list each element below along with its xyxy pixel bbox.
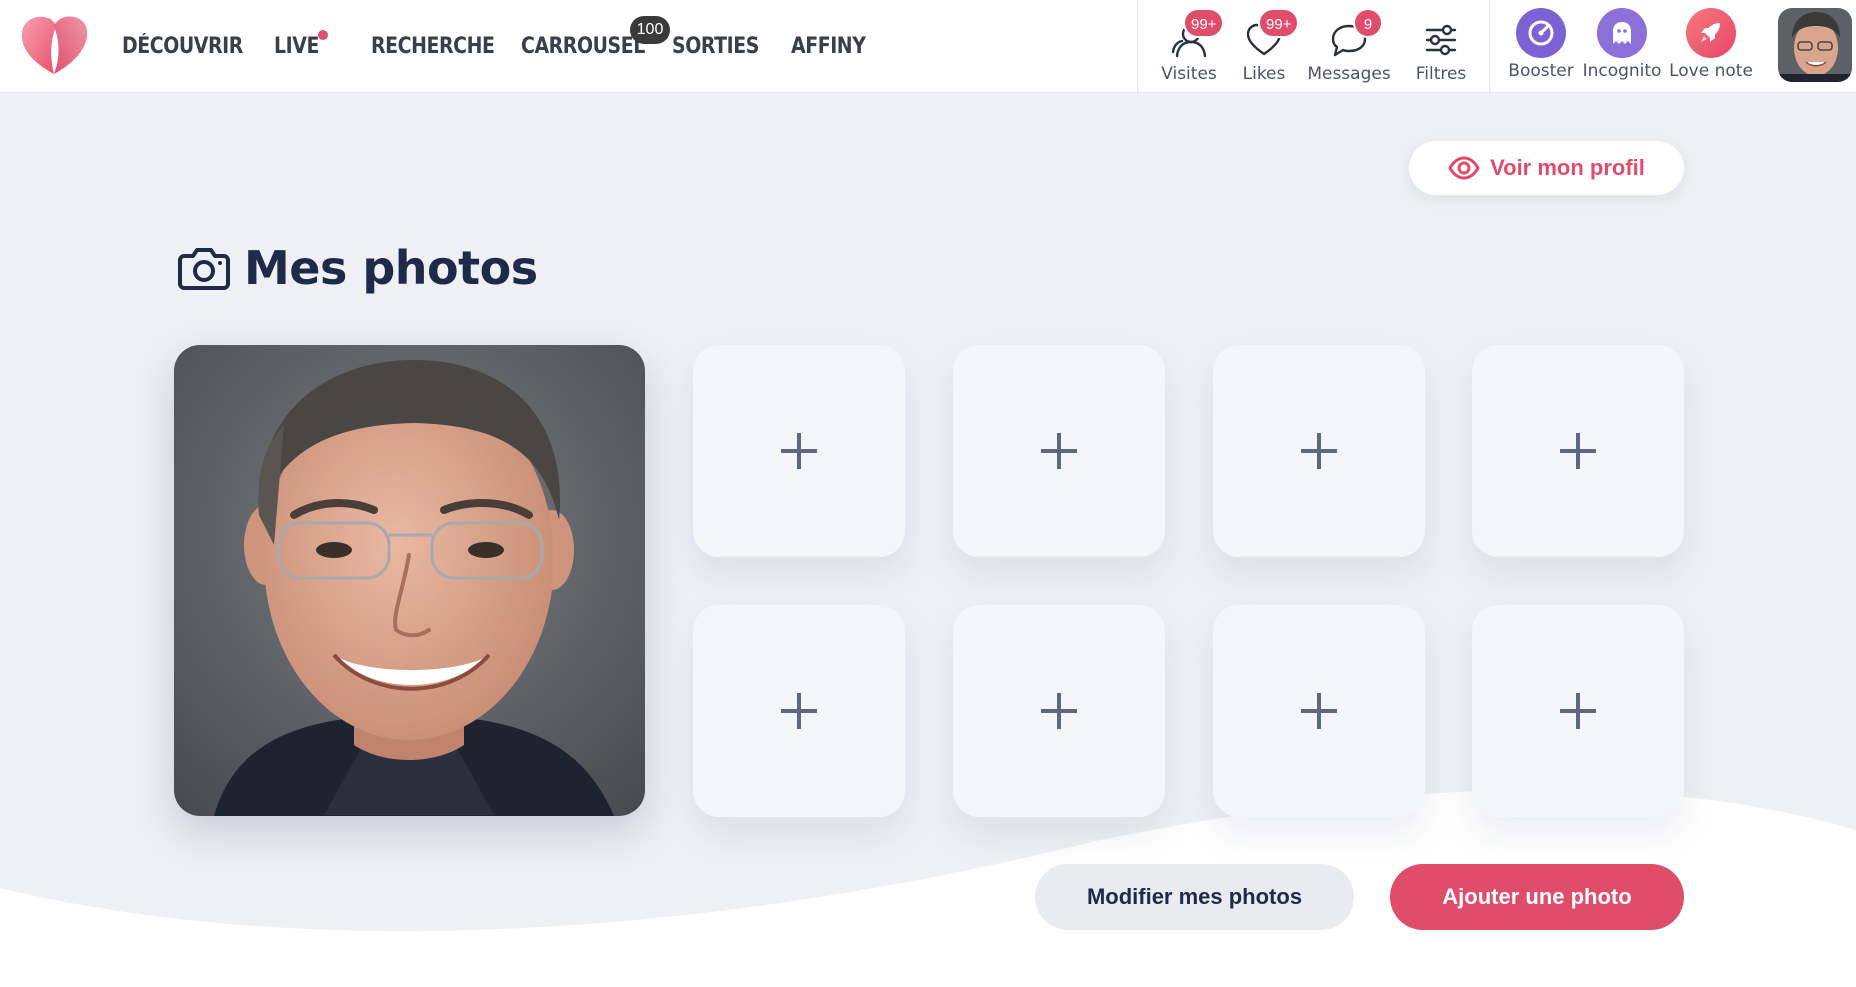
nav-sorties[interactable]: SORTIES (672, 34, 759, 59)
main-profile-photo[interactable] (174, 345, 645, 816)
messages-badge: 9 (1353, 8, 1383, 38)
add-photo-slot[interactable] (1472, 345, 1684, 557)
plus-icon (1301, 693, 1337, 729)
nav-carrousel[interactable]: CARROUSEL (521, 34, 645, 59)
nav-live[interactable]: LIVE (274, 34, 319, 59)
plus-icon (781, 433, 817, 469)
user-avatar[interactable] (1778, 8, 1852, 82)
visites-badge: 99+ (1183, 8, 1225, 38)
live-indicator-dot (318, 30, 328, 40)
love-note-label: Love note (1669, 61, 1753, 81)
booster-label: Booster (1508, 61, 1574, 81)
add-photo-slot[interactable] (693, 605, 905, 817)
add-photo-slot[interactable] (953, 605, 1165, 817)
gauge-icon (1528, 20, 1554, 46)
add-photo-slot[interactable] (693, 345, 905, 557)
view-profile-button[interactable]: Voir mon profil (1409, 141, 1684, 195)
messages-label: Messages (1307, 64, 1391, 84)
header-divider (1489, 0, 1490, 93)
plus-icon (1560, 433, 1596, 469)
eye-icon (1448, 156, 1480, 180)
incognito-button[interactable]: Incognito (1582, 0, 1662, 93)
filtres-button[interactable]: Filtres (1409, 0, 1473, 93)
photos-section-title: Mes photos (178, 236, 538, 300)
view-profile-label: Voir mon profil (1490, 155, 1645, 180)
carrousel-count-badge: 100 (630, 16, 670, 44)
incognito-label: Incognito (1582, 61, 1662, 81)
top-header: DÉCOUVRIR LIVE RECHERCHE CARROUSEL 100 S… (0, 0, 1856, 93)
add-photo-button[interactable]: Ajouter une photo (1390, 864, 1684, 930)
rocket-icon (1701, 23, 1720, 42)
page-title: Mes photos (244, 241, 538, 295)
likes-label: Likes (1242, 64, 1286, 84)
visites-button[interactable]: 99+ Visites (1158, 0, 1225, 93)
add-photo-slot[interactable] (1213, 605, 1425, 817)
sliders-icon (1425, 24, 1457, 56)
camera-icon (178, 248, 230, 290)
love-note-button[interactable]: Love note (1669, 0, 1753, 93)
nav-decouvrir[interactable]: DÉCOUVRIR (122, 34, 243, 59)
add-photo-slot[interactable] (1213, 345, 1425, 557)
visites-label: Visites (1161, 64, 1217, 84)
likes-button[interactable]: 99+ Likes (1238, 0, 1300, 93)
edit-photos-button[interactable]: Modifier mes photos (1035, 864, 1354, 930)
filtres-label: Filtres (1415, 64, 1467, 84)
header-divider (1137, 0, 1138, 93)
app-logo[interactable] (20, 14, 90, 76)
plus-icon (1041, 693, 1077, 729)
nav-recherche[interactable]: RECHERCHE (371, 34, 495, 59)
plus-icon (1301, 433, 1337, 469)
ghost-icon (1613, 22, 1631, 44)
plus-icon (1560, 693, 1596, 729)
likes-badge: 99+ (1258, 8, 1300, 38)
add-photo-slot[interactable] (1472, 605, 1684, 817)
plus-icon (781, 693, 817, 729)
nav-affiny[interactable]: AFFINY (791, 34, 866, 59)
add-photo-slot[interactable] (953, 345, 1165, 557)
messages-button[interactable]: 9 Messages (1306, 0, 1392, 93)
booster-button[interactable]: Booster (1508, 0, 1574, 93)
plus-icon (1041, 433, 1077, 469)
